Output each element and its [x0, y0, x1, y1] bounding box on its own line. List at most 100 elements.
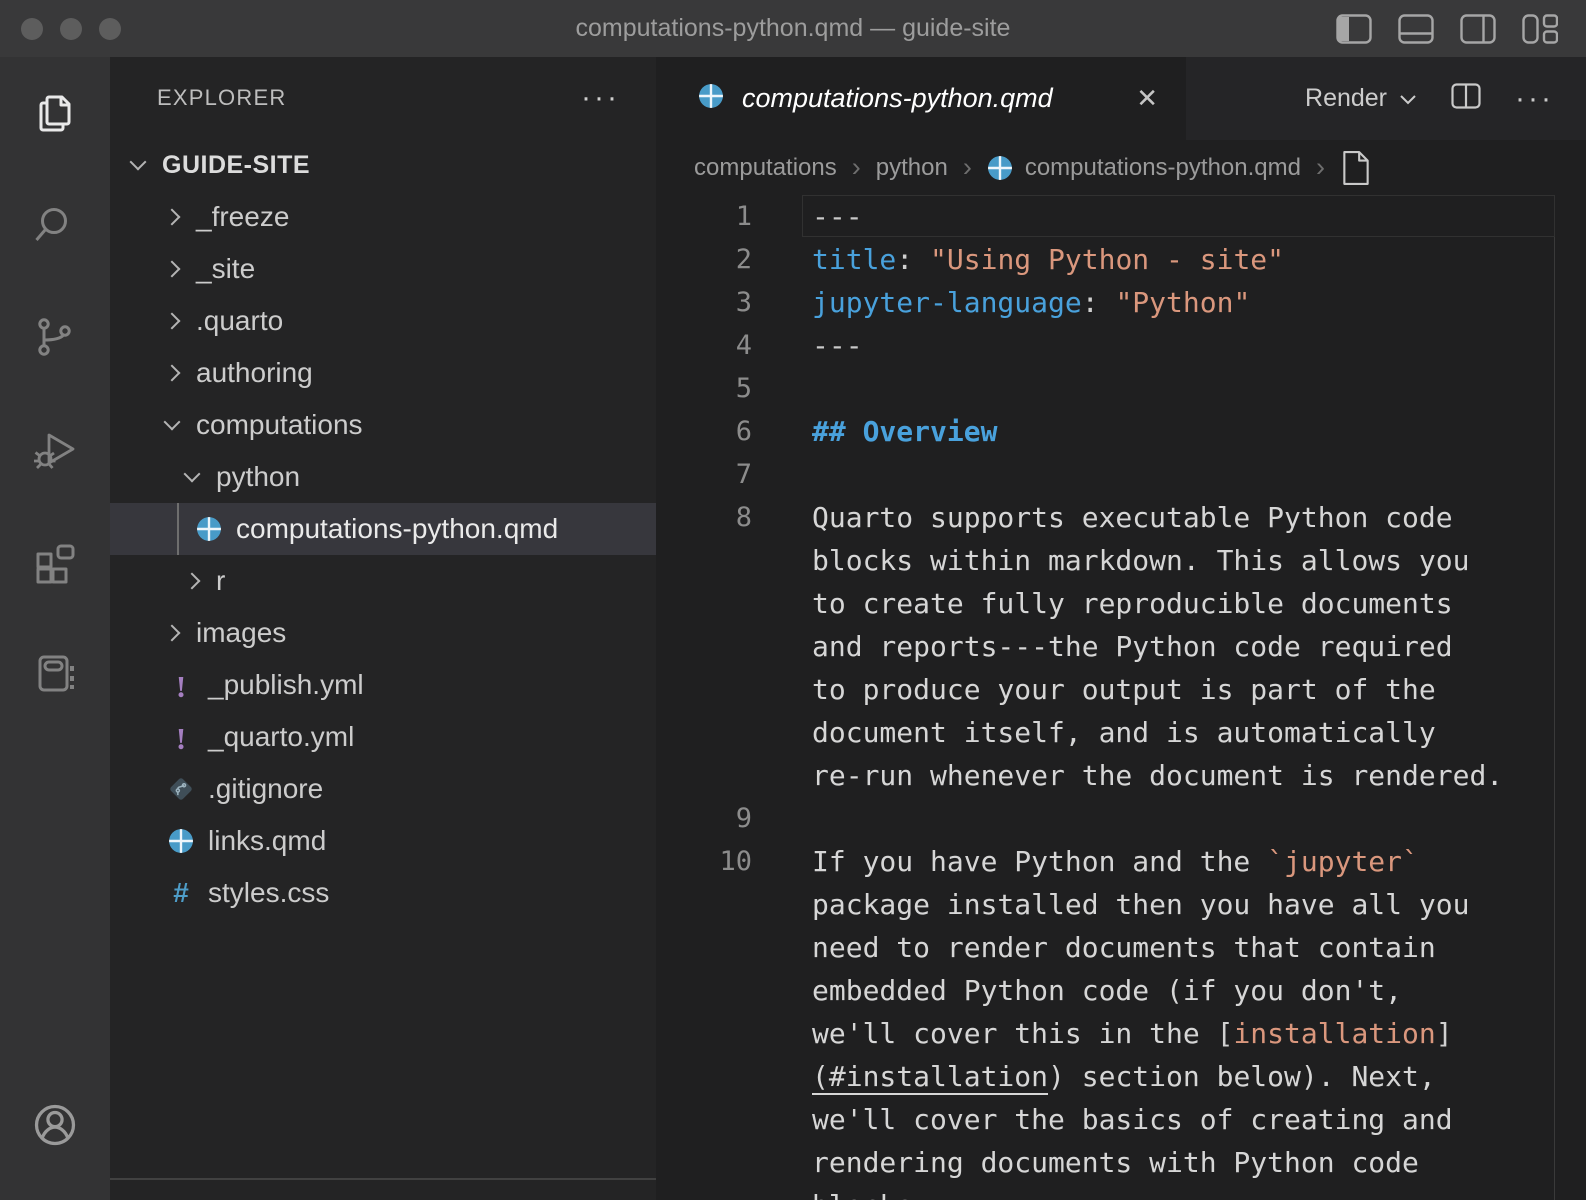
tree-item-_site[interactable]: _site	[110, 243, 656, 295]
line-number: 5	[656, 367, 752, 410]
code-text: rendering documents with Python code	[752, 1141, 1419, 1184]
tree-item-r[interactable]: r	[110, 555, 656, 607]
tree-item-label: .gitignore	[208, 773, 323, 805]
tree-item-links.qmd[interactable]: links.qmd	[110, 815, 656, 867]
code-text: jupyter-language: "Python"	[752, 281, 1250, 324]
code-line: 4---	[656, 324, 1586, 367]
tree-item-label: _quarto.yml	[208, 721, 354, 753]
activity-bar-notebook[interactable]	[0, 617, 110, 729]
tree-item-_quarto.yml[interactable]: !_quarto.yml	[110, 711, 656, 763]
explorer-more-actions-button[interactable]: ···	[581, 93, 620, 103]
tree-item-images[interactable]: images	[110, 607, 656, 659]
activity-bar-source-control[interactable]	[0, 281, 110, 393]
code-line: 5	[656, 367, 1586, 410]
tree-item-GUIDE-SITE[interactable]: GUIDE-SITE	[110, 139, 656, 191]
explorer-header: EXPLORER ···	[110, 57, 656, 139]
code-line: 8Quarto supports executable Python code	[656, 496, 1586, 539]
tree-item-computations[interactable]: computations	[110, 399, 656, 451]
files-icon	[32, 90, 78, 136]
code-text: ---	[752, 324, 863, 367]
editor-more-actions-button[interactable]: ···	[1515, 94, 1554, 104]
render-button[interactable]: Render	[1305, 84, 1417, 113]
breadcrumb-label: python	[876, 154, 948, 182]
breadcrumb: computations›python›computations-python.…	[656, 140, 1586, 195]
line-number	[656, 1184, 752, 1200]
outline-section: OUTLINE	[110, 1178, 656, 1200]
quarto-icon	[166, 825, 196, 857]
line-number	[656, 711, 752, 754]
render-label: Render	[1305, 84, 1387, 113]
close-button[interactable]	[21, 18, 43, 40]
tree-item-_freeze[interactable]: _freeze	[110, 191, 656, 243]
code-line: 10If you have Python and the `jupyter`	[656, 840, 1586, 883]
tree-item-.quarto[interactable]: .quarto	[110, 295, 656, 347]
code-line: re-run whenever the document is rendered…	[656, 754, 1586, 797]
extensions-icon	[32, 538, 78, 584]
tree-item-_publish.yml[interactable]: !_publish.yml	[110, 659, 656, 711]
line-number: 3	[656, 281, 752, 324]
code-text: ## Overview	[752, 410, 997, 453]
code-editor[interactable]: 1---2title: "Using Python - site"3jupyte…	[656, 195, 1586, 1200]
code-text: blocks within markdown. This allows you	[752, 539, 1469, 582]
explorer-sidebar: EXPLORER ··· GUIDE-SITE _freeze_site .quar…	[110, 57, 656, 1200]
chevron-down-icon	[1399, 84, 1417, 113]
notebook-icon	[32, 650, 78, 696]
tree-item-styles.css[interactable]: #styles.css	[110, 867, 656, 919]
line-number	[656, 754, 752, 797]
code-text	[752, 453, 812, 496]
tree-item-label: .quarto	[196, 305, 283, 337]
debug-icon	[32, 426, 78, 472]
code-text: to create fully reproducible documents	[752, 582, 1453, 625]
activity-bar-run-debug[interactable]	[0, 393, 110, 505]
split-editor-button[interactable]	[1451, 83, 1481, 114]
line-number: 7	[656, 453, 752, 496]
breadcrumb-label: computations	[694, 154, 837, 182]
line-number	[656, 1141, 752, 1184]
code-text: and reports---the Python code required	[752, 625, 1453, 668]
activity-bar-explorer[interactable]	[0, 57, 110, 169]
tree-item-.gitignore[interactable]: .gitignore	[110, 763, 656, 815]
breadcrumb-item-symbol[interactable]	[1340, 150, 1372, 186]
activity-bar-account[interactable]	[0, 1100, 110, 1150]
code-text: we'll cover the basics of creating and	[752, 1098, 1453, 1141]
workbench: EXPLORER ··· GUIDE-SITE _freeze_site .quar…	[0, 57, 1586, 1200]
code-text: title: "Using Python - site"	[752, 238, 1284, 281]
zoom-button[interactable]	[99, 18, 121, 40]
layout-customize-icon[interactable]	[1522, 14, 1558, 44]
activity-bar-extensions[interactable]	[0, 505, 110, 617]
tree-item-label: python	[216, 461, 300, 493]
tab-label: computations-python.qmd	[742, 83, 1053, 114]
code-line: blocks.	[656, 1184, 1586, 1200]
breadcrumb-item-python[interactable]: python	[876, 154, 948, 182]
code-text	[752, 367, 812, 410]
minimize-button[interactable]	[60, 18, 82, 40]
code-line: to produce your output is part of the	[656, 668, 1586, 711]
tree-item-computations-python.qmd[interactable]: computations-python.qmd	[110, 503, 656, 555]
layout-sidebar-right-icon[interactable]	[1460, 14, 1496, 44]
tree-item-label: GUIDE-SITE	[162, 151, 310, 180]
code-line: blocks within markdown. This allows you	[656, 539, 1586, 582]
layout-sidebar-left-icon[interactable]	[1336, 14, 1372, 44]
code-line: and reports---the Python code required	[656, 625, 1586, 668]
chevron-right-icon	[164, 313, 181, 330]
code-text	[752, 797, 812, 840]
quarto-icon	[698, 83, 724, 114]
activity-bar-search[interactable]	[0, 169, 110, 281]
tree-item-python[interactable]: python	[110, 451, 656, 503]
chevron-right-icon	[164, 365, 181, 382]
outline-header[interactable]: OUTLINE	[110, 1180, 656, 1200]
breadcrumb-separator: ›	[963, 152, 972, 183]
account-icon	[30, 1100, 80, 1150]
layout-panel-icon[interactable]	[1398, 14, 1434, 44]
tab-close-button[interactable]: ✕	[1136, 83, 1158, 114]
tree-item-authoring[interactable]: authoring	[110, 347, 656, 399]
line-number: 8	[656, 496, 752, 539]
code-text: document itself, and is automatically	[752, 711, 1436, 754]
breadcrumb-item-computations[interactable]: computations	[694, 154, 837, 182]
code-line: document itself, and is automatically	[656, 711, 1586, 754]
code-line: 6## Overview	[656, 410, 1586, 453]
git-icon	[166, 773, 196, 805]
code-line: we'll cover the basics of creating and	[656, 1098, 1586, 1141]
tab-computations-python[interactable]: computations-python.qmd ✕	[656, 57, 1186, 140]
breadcrumb-item-computations-python.qmd[interactable]: computations-python.qmd	[987, 154, 1301, 182]
